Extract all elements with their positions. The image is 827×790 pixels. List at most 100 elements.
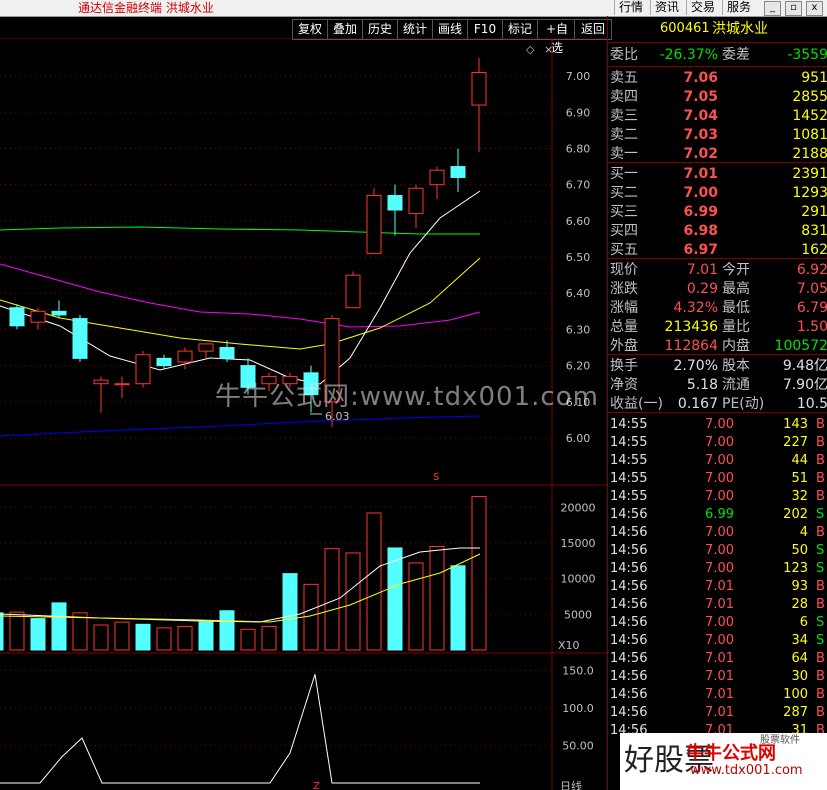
stat-label: 涨跌 (610, 281, 638, 297)
indicator-tick-label: 150.0 (562, 665, 594, 678)
tick-time: 14:56 (610, 615, 648, 630)
tick-side: B (816, 453, 825, 468)
bid-price: 6.97 (683, 242, 718, 258)
volume-bar (177, 625, 193, 651)
stat-label: 涨幅 (610, 300, 638, 316)
tick-time: 14:55 (610, 435, 648, 450)
candle (93, 376, 109, 413)
toolbar-draw-button[interactable]: 画线 (432, 19, 468, 40)
bid-volume: 162 (801, 242, 827, 258)
volume-bar (114, 621, 130, 651)
stat-value: 0.167 (677, 396, 718, 412)
tick-row: 14:56 7.01 64 B (608, 650, 827, 668)
tick-row: 14:56 6.99 202 S (608, 506, 827, 524)
menu-trade[interactable]: 交易 (686, 0, 719, 15)
tick-time: 14:56 (610, 687, 648, 702)
diamond-icon: ◇ (526, 43, 535, 56)
menu-service[interactable]: 服务 (722, 0, 755, 15)
tick-time: 14:56 (610, 507, 648, 522)
stat-value: 6.92 (796, 262, 827, 278)
tick-price: 7.00 (705, 525, 734, 540)
tick-side: S (816, 615, 825, 630)
volume-bar (9, 611, 25, 651)
stat-label: 量比 (722, 319, 750, 335)
tick-row: 14:55 7.00 51 B (608, 470, 827, 488)
volume-bar (30, 618, 46, 651)
price-tick-label: 6.30 (566, 323, 591, 336)
toolbar-add-watchlist-button[interactable]: +自选 (537, 19, 577, 55)
volume-bar (72, 612, 88, 651)
menu-quotes[interactable]: 行情 (614, 0, 647, 15)
stat-label: 总量 (610, 319, 638, 335)
stat-label: 最低 (722, 300, 750, 316)
tick-volume: 143 (783, 417, 808, 432)
bid-label: 买五 (610, 242, 638, 258)
bid-volume: 2391 (792, 166, 827, 182)
stat-value: 7.01 (686, 262, 718, 278)
tick-side: B (816, 489, 825, 504)
stat-value: 213436 (664, 319, 718, 335)
stat-label: 流通 (722, 377, 750, 393)
ask-price: 7.06 (683, 70, 718, 86)
candle (156, 354, 172, 370)
tick-side: B (816, 579, 825, 594)
volume-bar (282, 573, 298, 651)
ask-row: 卖一 7.02 2188 (608, 145, 827, 163)
tick-side: S (816, 543, 825, 558)
volume-bar (429, 546, 445, 651)
candle (387, 184, 403, 236)
tick-side: B (816, 669, 825, 684)
tick-price: 7.00 (705, 471, 734, 486)
volume-bar (198, 621, 214, 651)
restore-button[interactable]: ▫ (785, 1, 802, 16)
tick-price: 7.01 (705, 687, 734, 702)
tick-row: 14:56 7.01 100 B (608, 686, 827, 704)
bid-label: 买二 (610, 185, 638, 201)
tick-price: 7.01 (705, 705, 734, 720)
stat-label: 内盘 (722, 338, 750, 354)
ask-label: 卖五 (610, 70, 638, 86)
stat-value: 6.79 (796, 300, 827, 316)
app-title: 通达信金融终端 洪城水业 (78, 1, 214, 15)
toolbar-overlay-button[interactable]: 叠加 (327, 19, 363, 40)
ask-price: 7.03 (683, 127, 718, 143)
tick-price: 7.00 (705, 453, 734, 468)
volume-tick-label: 5000 (564, 608, 592, 621)
volume-bar (93, 624, 109, 651)
tick-price: 7.01 (705, 651, 734, 666)
volume-bar (0, 612, 4, 651)
tick-volume: 50 (791, 543, 808, 558)
volume-bar (240, 628, 256, 651)
tick-row: 14:56 7.00 4 B (608, 524, 827, 542)
tick-volume: 93 (791, 579, 808, 594)
kline-chart[interactable]: ◇ × 7.00 6.90 6.80 6.70 6.60 6.50 6.40 6.30 6.20… (0, 38, 607, 790)
ma5-line (0, 190, 481, 385)
ask-volume: 951 (801, 70, 827, 86)
minimize-button[interactable]: _ (764, 1, 781, 16)
toolbar-fuquan-button[interactable]: 复权 (292, 19, 328, 40)
candle (135, 351, 151, 388)
stat-row: 外盘 112864 内盘 100572 (608, 337, 827, 355)
toolbar-mark-button[interactable]: 标记 (502, 19, 538, 40)
bid-price: 7.00 (683, 185, 718, 201)
stat-label: 最高 (722, 281, 750, 297)
candle (30, 307, 46, 330)
toolbar-stats-button[interactable]: 统计 (397, 19, 433, 40)
menu-news[interactable]: 资讯 (650, 0, 683, 15)
toolbar-f10-button[interactable]: F10 (467, 19, 503, 40)
tick-volume: 32 (791, 489, 808, 504)
tick-row: 14:56 7.00 6 S (608, 614, 827, 632)
stock-name: 洪城水业 (712, 21, 768, 37)
stat-row: 涨跌 0.29 最高 7.05 (608, 280, 827, 298)
close-button[interactable]: x (806, 1, 823, 16)
tick-price: 7.00 (705, 417, 734, 432)
stat-value: 9.48亿 (782, 358, 827, 374)
price-tick-label: 6.90 (566, 106, 591, 119)
bid-row: 买四 6.98 831 (608, 222, 827, 240)
tick-side: B (816, 687, 825, 702)
tick-volume: 6 (799, 615, 808, 630)
tick-time: 14:56 (610, 651, 648, 666)
ask-price: 7.05 (683, 89, 718, 105)
toolbar-history-button[interactable]: 历史 (362, 19, 398, 40)
tick-row: 14:56 7.01 30 B (608, 668, 827, 686)
